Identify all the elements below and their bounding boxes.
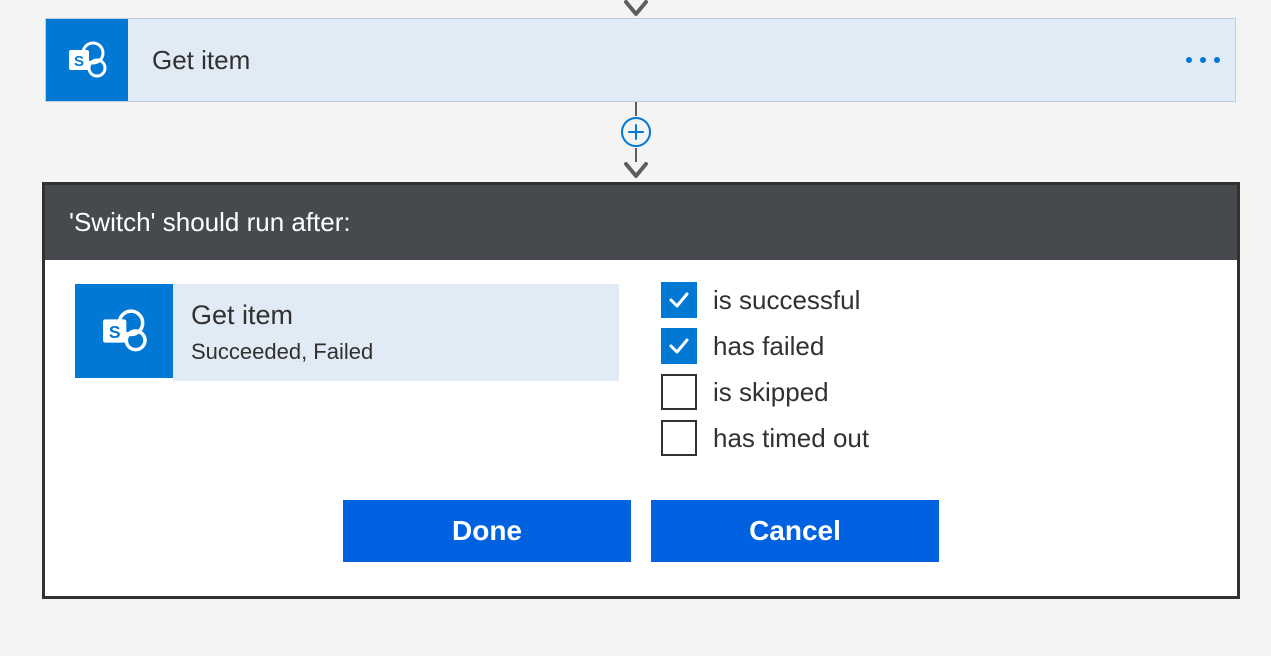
action-title: Get item	[128, 19, 1171, 101]
checkbox-skipped[interactable]	[661, 374, 697, 410]
run-after-options: is successful has failed is skipped has …	[661, 282, 869, 456]
checkbox-label: has failed	[713, 331, 824, 362]
connector-mid	[621, 102, 651, 180]
sharepoint-icon: S	[75, 284, 173, 378]
checkbox-row-skipped[interactable]: is skipped	[661, 374, 869, 410]
svg-text:S: S	[74, 53, 84, 70]
checkbox-row-timedout[interactable]: has timed out	[661, 420, 869, 456]
dependency-status: Succeeded, Failed	[191, 339, 601, 365]
plus-icon	[628, 124, 644, 140]
ellipsis-button[interactable]	[1171, 19, 1235, 101]
checkbox-row-successful[interactable]: is successful	[661, 282, 869, 318]
action-card-get-item[interactable]: S Get item	[45, 18, 1236, 102]
dependency-card[interactable]: S Get item Succeeded, Failed	[75, 284, 619, 381]
svg-text:S: S	[109, 322, 121, 342]
arrow-down-icon	[622, 162, 650, 180]
add-step-button[interactable]	[621, 117, 651, 147]
checkbox-row-failed[interactable]: has failed	[661, 328, 869, 364]
checkbox-label: is successful	[713, 285, 860, 316]
cancel-button[interactable]: Cancel	[651, 500, 939, 562]
checkbox-label: is skipped	[713, 377, 829, 408]
sharepoint-icon: S	[46, 19, 128, 101]
check-icon	[667, 288, 691, 312]
run-after-panel: 'Switch' should run after: S Get item Su…	[42, 182, 1240, 599]
checkbox-failed[interactable]	[661, 328, 697, 364]
done-button[interactable]: Done	[343, 500, 631, 562]
checkbox-timedout[interactable]	[661, 420, 697, 456]
dependency-title: Get item	[191, 300, 601, 331]
connector-top	[622, 0, 650, 18]
button-row: Done Cancel	[45, 500, 1237, 562]
panel-header: 'Switch' should run after:	[45, 185, 1237, 260]
arrow-down-icon	[622, 0, 650, 18]
ellipsis-icon	[1186, 57, 1220, 63]
check-icon	[667, 334, 691, 358]
checkbox-successful[interactable]	[661, 282, 697, 318]
checkbox-label: has timed out	[713, 423, 869, 454]
